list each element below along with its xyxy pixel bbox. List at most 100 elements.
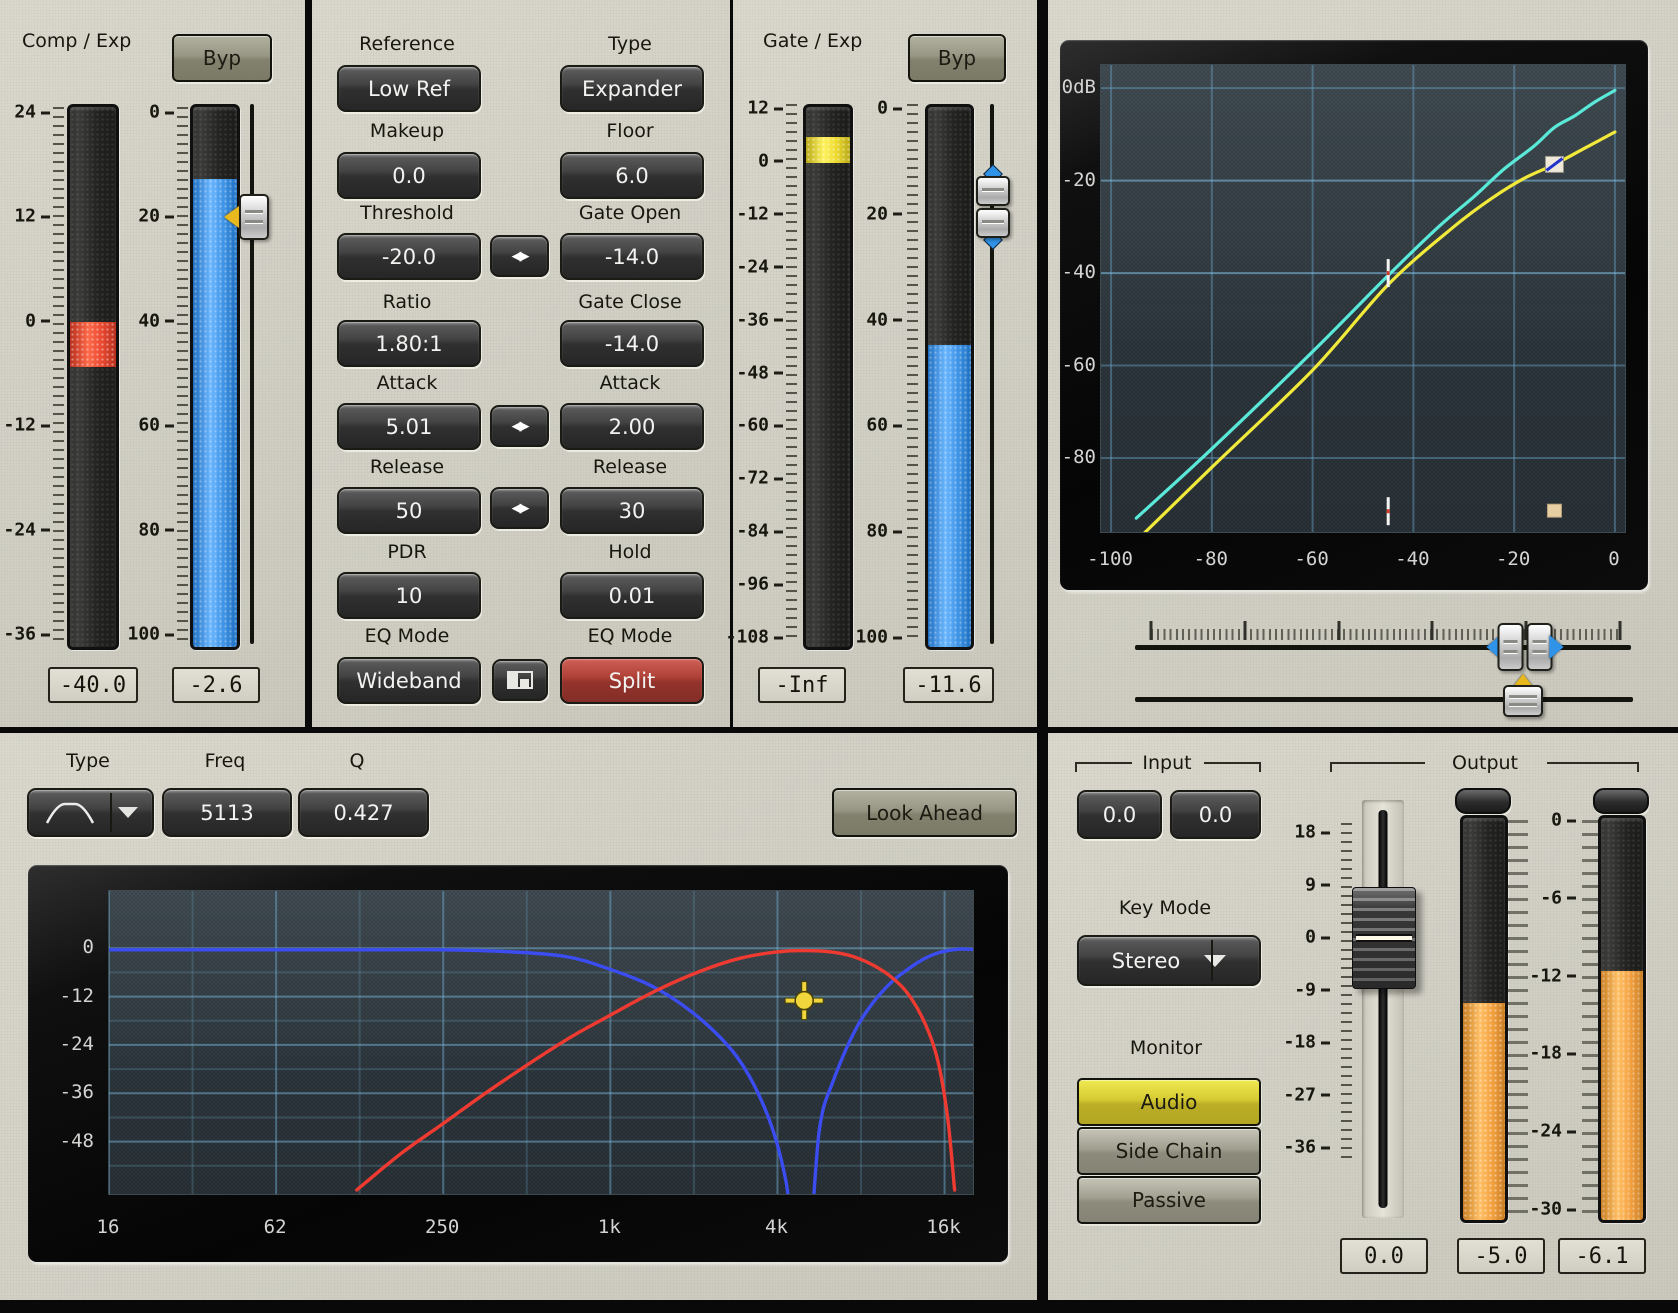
axis-tick-label: 1k bbox=[598, 1216, 621, 1238]
key-mode-value: Stereo bbox=[1112, 949, 1180, 973]
param-label-eq-mode: EQ Mode bbox=[365, 625, 450, 647]
monitor-label: Monitor bbox=[1130, 1037, 1202, 1059]
param-label-gate-close: Gate Close bbox=[578, 291, 681, 313]
transfer-graph-bezel: 0dB-20-40-60-80-100-80-60-40-200 bbox=[1060, 40, 1648, 590]
bandpass-curve-icon bbox=[44, 800, 96, 826]
dropdown-separator bbox=[110, 793, 112, 832]
meter-ticks-left bbox=[1508, 820, 1528, 1213]
param-value-eq-mode-left[interactable]: Wideband bbox=[337, 657, 481, 704]
param-value-pdr-left[interactable]: 10 bbox=[337, 572, 481, 619]
gate-open-handle[interactable] bbox=[1545, 156, 1563, 172]
param-value-release-left[interactable]: 50 bbox=[337, 487, 481, 534]
output-meter-scale: 0-6-12-18-24-30 bbox=[1534, 820, 1576, 1209]
param-value-gate-close-right[interactable]: -14.0 bbox=[560, 320, 704, 367]
axis-tick-label: 4k bbox=[765, 1216, 788, 1238]
eq-split-view-button[interactable] bbox=[492, 659, 548, 701]
output-fader-knob[interactable] bbox=[1352, 887, 1416, 989]
link-button[interactable]: ◀▶ bbox=[490, 487, 549, 529]
fader-readout: 0.0 bbox=[1340, 1238, 1428, 1274]
axis-tick-label: 0 bbox=[83, 936, 94, 958]
param-label-reference: Reference bbox=[359, 33, 455, 55]
monitor-passive-button[interactable]: Passive bbox=[1077, 1176, 1261, 1224]
param-value-makeup-left[interactable]: 0.0 bbox=[337, 152, 481, 199]
axis-tick-label: 16 bbox=[97, 1216, 120, 1238]
eq-panel: Type Freq 5113 Q 0.427 Look Ahead 0-12-2… bbox=[0, 733, 1037, 1300]
chevron-down-icon bbox=[1204, 955, 1226, 967]
scale-label: 40 bbox=[138, 310, 174, 331]
scale-label: -36 bbox=[3, 624, 50, 645]
key-mode-dropdown[interactable]: Stereo bbox=[1077, 935, 1261, 986]
scale-label: 0 bbox=[149, 102, 174, 123]
eq-type-label: Type bbox=[66, 750, 110, 772]
axis-tick-label: -48 bbox=[60, 1130, 94, 1152]
input-label: Input bbox=[1142, 752, 1191, 774]
comp-level-scale: 020406080100 bbox=[128, 112, 174, 634]
transfer-plot bbox=[1100, 64, 1626, 533]
scale-label: -27 bbox=[1283, 1084, 1330, 1105]
meter-cap-left bbox=[1455, 788, 1511, 814]
link-button[interactable]: ◀▶ bbox=[490, 235, 549, 277]
comp-threshold-slider-track[interactable] bbox=[250, 104, 254, 644]
param-value-eq-mode-right[interactable]: Split bbox=[560, 657, 704, 704]
scale-label: 80 bbox=[866, 521, 902, 542]
band-control-point[interactable] bbox=[785, 982, 823, 1020]
look-ahead-button[interactable]: Look Ahead bbox=[832, 788, 1017, 837]
threshold-bottom-marker bbox=[1387, 497, 1390, 525]
param-value-attack-right[interactable]: 2.00 bbox=[560, 403, 704, 450]
gate-exp-title: Gate / Exp bbox=[763, 30, 862, 52]
scale-label: -12 bbox=[736, 203, 783, 224]
axis-tick-label: -40 bbox=[1395, 548, 1429, 570]
axis-tick-label: 16k bbox=[926, 1216, 960, 1238]
scale-label: 100 bbox=[127, 624, 174, 645]
eq-type-dropdown[interactable] bbox=[27, 788, 154, 837]
param-value-hold-right[interactable]: 0.01 bbox=[560, 572, 704, 619]
param-label-gate-open: Gate Open bbox=[579, 202, 681, 224]
comp-gr-meter bbox=[67, 104, 119, 650]
input-value-left[interactable]: 0.0 bbox=[1077, 790, 1162, 839]
param-value-type-right[interactable]: Expander bbox=[560, 65, 704, 112]
gate-bypass-button[interactable]: Byp bbox=[908, 34, 1006, 82]
monitor-audio-button[interactable]: Audio bbox=[1077, 1078, 1261, 1126]
scale-label: 60 bbox=[138, 415, 174, 436]
axis-tick-label: 62 bbox=[264, 1216, 287, 1238]
scale-label: -36 bbox=[736, 309, 783, 330]
scale-label: 20 bbox=[866, 203, 902, 224]
scale-label: 60 bbox=[866, 415, 902, 436]
eq-plot bbox=[108, 890, 974, 1195]
eq-freq-label: Freq bbox=[205, 750, 246, 772]
param-value-attack-left[interactable]: 5.01 bbox=[337, 403, 481, 450]
eq-q-label: Q bbox=[350, 750, 365, 772]
comp-threshold-slider-handle[interactable] bbox=[224, 194, 269, 240]
scale-label: -24 bbox=[1529, 1121, 1576, 1142]
link-button[interactable]: ◀▶ bbox=[490, 405, 549, 447]
param-label-release: Release bbox=[370, 456, 444, 478]
comp-bypass-button[interactable]: Byp bbox=[172, 34, 272, 82]
gate-slider-handle[interactable] bbox=[976, 167, 1010, 247]
scale-label: -84 bbox=[736, 521, 783, 542]
monitor-sidechain-button[interactable]: Side Chain bbox=[1077, 1127, 1261, 1175]
eq-q-value[interactable]: 0.427 bbox=[298, 788, 429, 837]
param-value-gate-open-right[interactable]: -14.0 bbox=[560, 233, 704, 280]
floor-bottom-handle[interactable] bbox=[1547, 504, 1561, 517]
scale-label: -18 bbox=[1283, 1032, 1330, 1053]
output-fader-track[interactable] bbox=[1362, 800, 1404, 1218]
fader-ticks bbox=[1341, 823, 1352, 1158]
input-value-right[interactable]: 0.0 bbox=[1170, 790, 1261, 839]
comp-gr-ticks bbox=[53, 107, 64, 641]
scale-label: -72 bbox=[736, 468, 783, 489]
input-bracket-right bbox=[1204, 762, 1261, 772]
meter-cap-right bbox=[1593, 788, 1649, 814]
param-value-threshold-left[interactable]: -20.0 bbox=[337, 233, 481, 280]
param-value-release-right[interactable]: 30 bbox=[560, 487, 704, 534]
output-meter-right bbox=[1598, 815, 1646, 1223]
floor-slider-track[interactable] bbox=[1135, 697, 1633, 702]
param-label-floor: Floor bbox=[606, 120, 653, 142]
param-value-reference-left[interactable]: Low Ref bbox=[337, 65, 481, 112]
param-value-ratio-left[interactable]: 1.80:1 bbox=[337, 320, 481, 367]
param-value-floor-right[interactable]: 6.0 bbox=[560, 152, 704, 199]
key-mode-label: Key Mode bbox=[1119, 897, 1211, 919]
eq-freq-value[interactable]: 5113 bbox=[162, 788, 292, 837]
output-label: Output bbox=[1452, 752, 1518, 774]
axis-tick-label: -12 bbox=[60, 985, 94, 1007]
axis-tick-label: -40 bbox=[1062, 261, 1096, 283]
